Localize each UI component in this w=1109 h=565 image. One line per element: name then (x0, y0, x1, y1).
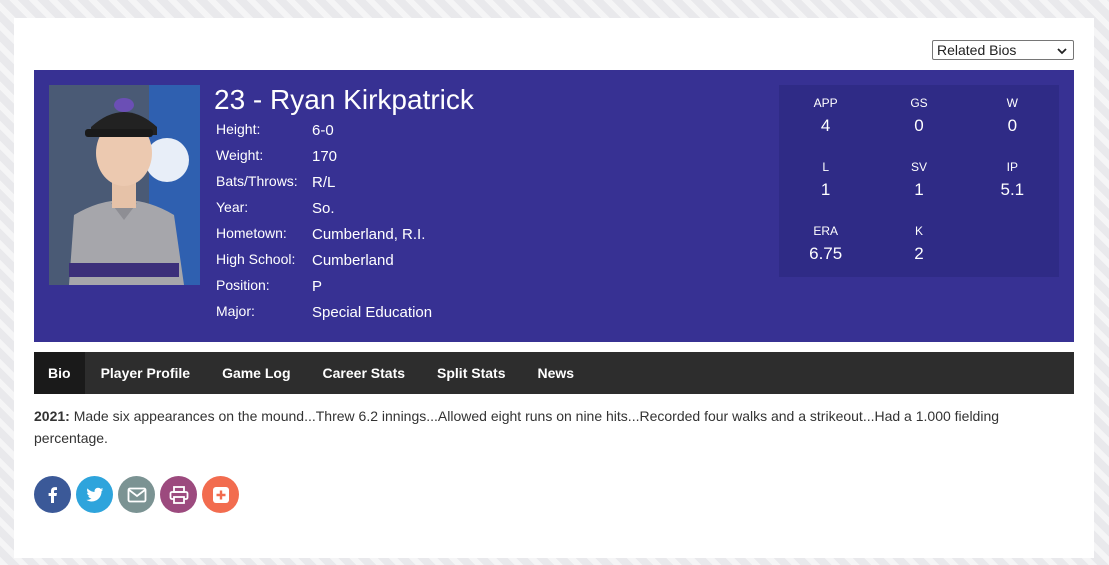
fact-value: 6-0 (312, 122, 334, 139)
player-name: 23 - Ryan Kirkpatrick (214, 84, 474, 115)
add-icon (212, 486, 230, 504)
stat-label: APP (813, 96, 838, 110)
bio-year: 2021: (34, 408, 70, 424)
stat-era: ERA 6.75 (779, 213, 872, 277)
stat-label: GS (910, 96, 928, 110)
player-photo (49, 85, 200, 285)
bio-card: Related Bios 23 - Ryan Kirkpatrick Heigh… (14, 18, 1094, 558)
fact-value: R/L (312, 174, 336, 191)
fact-label: Major: (216, 303, 255, 319)
stats-box: APP 4 GS 0 W 0 L 1 SV 1 IP 5.1 ERA 6.75 … (779, 85, 1059, 277)
stat-label: K (914, 224, 923, 238)
email-icon (127, 487, 147, 503)
tab-news[interactable]: News (522, 352, 591, 394)
stat-value: 1 (820, 180, 831, 199)
tab-game-log[interactable]: Game Log (206, 352, 306, 394)
stat-sv: SV 1 (872, 149, 965, 213)
stat-value: 5.1 (1000, 180, 1025, 199)
stat-label: SV (910, 160, 927, 174)
stat-value: 4 (820, 116, 831, 135)
bio-tabs: Bio Player Profile Game Log Career Stats… (34, 352, 1074, 394)
more-share-button[interactable] (202, 476, 239, 513)
fact-value: 170 (312, 148, 338, 165)
tab-bio[interactable]: Bio (34, 352, 85, 394)
chevron-down-icon (1056, 44, 1068, 60)
fact-label: Year: (216, 199, 249, 215)
fact-value: So. (312, 200, 335, 217)
facebook-icon (44, 486, 62, 504)
share-bar (34, 476, 239, 513)
fact-value: Cumberland (312, 252, 394, 269)
stat-l: L 1 (779, 149, 872, 213)
fact-label: Position: (216, 277, 270, 293)
twitter-icon (85, 486, 104, 504)
stat-label: L (822, 160, 829, 174)
stat-k: K 2 (872, 213, 965, 277)
print-share-button[interactable] (160, 476, 197, 513)
fact-value: Special Education (312, 304, 433, 321)
stat-label: ERA (813, 224, 838, 238)
stat-value: 0 (914, 116, 924, 135)
stat-value: 2 (914, 244, 924, 263)
tab-career-stats[interactable]: Career Stats (307, 352, 422, 394)
stat-ip: IP 5.1 (966, 149, 1059, 213)
fact-label: Bats/Throws: (216, 173, 298, 189)
fact-label: Weight: (216, 147, 264, 163)
stat-app: APP 4 (779, 85, 872, 149)
stat-value: 1 (914, 180, 924, 199)
tab-split-stats[interactable]: Split Stats (421, 352, 521, 394)
twitter-share-button[interactable] (76, 476, 113, 513)
fact-value: Cumberland, R.I. (312, 226, 426, 243)
stat-w: W 0 (966, 85, 1059, 149)
related-bios-select[interactable]: Related Bios (932, 40, 1074, 60)
player-banner: 23 - Ryan Kirkpatrick Height: 6-0 Weight… (34, 70, 1074, 342)
stat-label: IP (1006, 160, 1018, 174)
email-share-button[interactable] (118, 476, 155, 513)
fact-label: Height: (216, 121, 261, 137)
related-bios-selected: Related Bios (937, 42, 1017, 58)
bio-body: Made six appearances on the mound...Thre… (34, 408, 1000, 446)
stat-value: 6.75 (809, 244, 843, 263)
fact-label: High School: (216, 251, 296, 267)
bio-text: 2021: Made six appearances on the mound.… (34, 405, 1034, 449)
stat-label: W (1006, 96, 1018, 110)
fact-value: P (312, 278, 323, 295)
stat-gs: GS 0 (872, 85, 965, 149)
print-icon (169, 485, 189, 504)
fact-label: Hometown: (216, 225, 287, 241)
tab-player-profile[interactable]: Player Profile (85, 352, 207, 394)
facebook-share-button[interactable] (34, 476, 71, 513)
stat-value: 0 (1007, 116, 1018, 135)
